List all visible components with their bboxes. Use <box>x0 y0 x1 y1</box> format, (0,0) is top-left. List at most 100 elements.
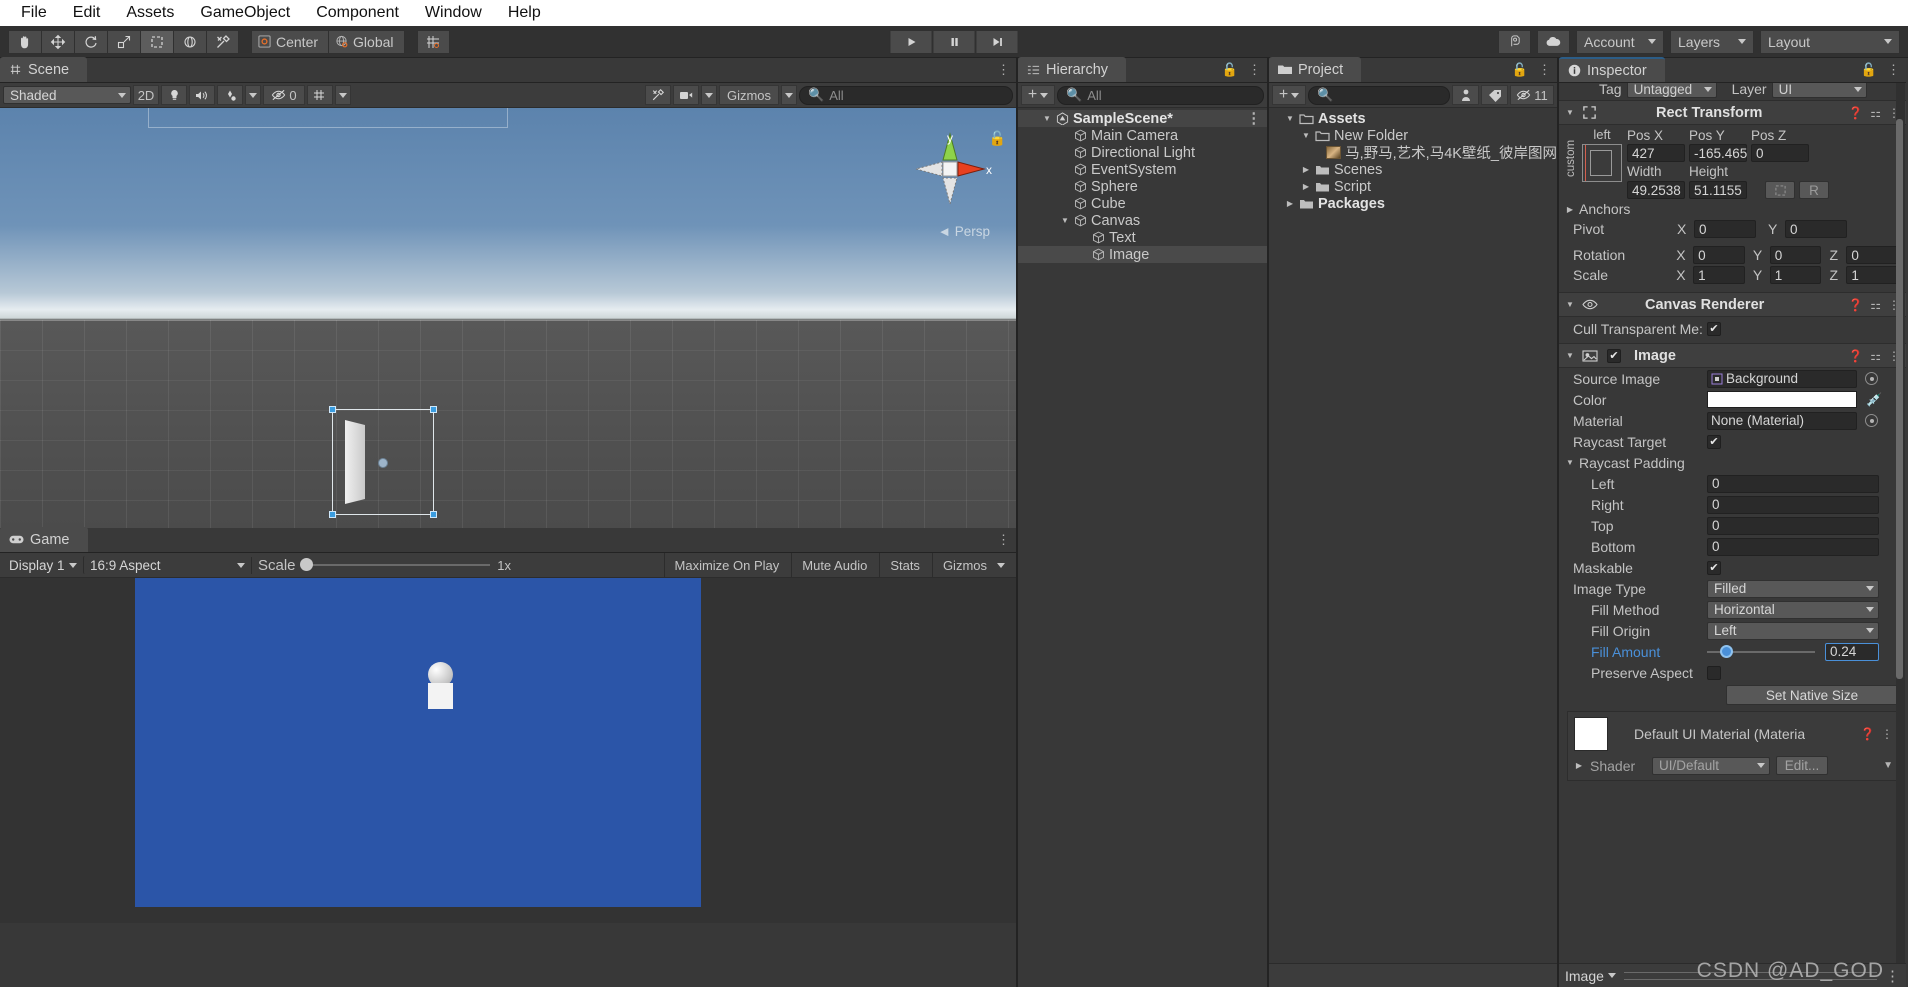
project-item-packages[interactable]: ▶ Packages <box>1269 195 1557 212</box>
scene-audio-toggle[interactable] <box>189 85 215 105</box>
shading-mode-dropdown[interactable]: Shaded <box>3 86 131 104</box>
cloud-icon[interactable] <box>1537 29 1570 54</box>
layout-dropdown[interactable]: Layout <box>1760 29 1900 54</box>
component-help-icon[interactable]: ❓ <box>1848 349 1863 363</box>
fill-amount-slider-knob[interactable] <box>1720 644 1733 658</box>
canvas-renderer-header[interactable]: ▼ Canvas Renderer ❓ ⚏ ⋮ <box>1559 292 1906 317</box>
layers-dropdown[interactable]: Layers <box>1670 29 1754 54</box>
grid-snap-icon[interactable] <box>416 29 450 54</box>
hierarchy-search-input[interactable]: 🔍 All <box>1057 85 1264 105</box>
hierarchy-item-main-camera[interactable]: Main Camera <box>1018 127 1267 144</box>
project-filter-type-icon[interactable] <box>1452 85 1479 105</box>
project-hidden-toggle[interactable]: 11 <box>1510 85 1554 105</box>
game-gizmos-dropdown[interactable] <box>995 553 1013 578</box>
chevron-down-icon[interactable]: ▼ <box>1060 216 1070 225</box>
component-help-icon[interactable]: ❓ <box>1848 298 1863 312</box>
scene-fx-toggle[interactable] <box>217 85 243 105</box>
tab-project[interactable]: Project <box>1269 57 1362 82</box>
posz-field[interactable]: 0 <box>1751 144 1809 162</box>
material-field[interactable]: None (Material) <box>1707 411 1857 430</box>
scene-orientation-gizmo[interactable]: y x <box>906 126 994 212</box>
scene-projection-label[interactable]: ◄ Persp <box>938 224 990 239</box>
chevron-right-icon[interactable]: ▶ <box>1301 165 1311 174</box>
collab-icon[interactable] <box>1498 29 1531 54</box>
panel-menu-icon[interactable]: ⋮ <box>1885 967 1900 985</box>
fill-method-dropdown[interactable]: Horizontal <box>1707 600 1879 619</box>
tag-dropdown[interactable]: Untagged <box>1626 83 1717 98</box>
hierarchy-item-canvas[interactable]: ▼ Canvas <box>1018 212 1267 229</box>
raw-edit-mode-button[interactable]: R <box>1799 181 1829 199</box>
preserve-aspect-checkbox[interactable] <box>1707 665 1721 680</box>
scale-y-field[interactable]: 1 <box>1769 266 1822 284</box>
menu-item-edit[interactable]: Edit <box>60 2 114 24</box>
chevron-right-icon[interactable]: ▶ <box>1301 182 1311 191</box>
hierarchy-create-button[interactable]: + <box>1021 85 1055 105</box>
inspector-footer-dropdown[interactable]: Image <box>1565 968 1616 984</box>
game-viewport[interactable] <box>0 578 1016 923</box>
color-swatch[interactable] <box>1707 391 1857 408</box>
source-image-field[interactable]: Background <box>1707 369 1857 388</box>
project-filter-label-icon[interactable] <box>1481 85 1508 105</box>
project-item--4k-[interactable]: 马,野马,艺术,马4K壁纸_彼岸图网 <box>1269 144 1557 162</box>
account-dropdown[interactable]: Account <box>1576 29 1664 54</box>
aspect-dropdown[interactable]: 16:9 Aspect <box>83 556 249 574</box>
scene-lock-icon[interactable]: 🔓 <box>989 130 1006 147</box>
pivot-mode-button[interactable]: Center <box>251 29 329 54</box>
height-field[interactable]: 51.1155 <box>1689 181 1747 199</box>
layer-dropdown[interactable]: UI <box>1771 83 1867 98</box>
scene-camera-dropdown[interactable] <box>701 85 717 105</box>
display-dropdown[interactable]: Display 1 <box>3 556 81 574</box>
transform-tool-icon[interactable] <box>173 29 206 54</box>
scene-lighting-toggle[interactable] <box>161 85 187 105</box>
fill-amount-field[interactable]: 0.24 <box>1825 642 1879 661</box>
source-image-picker-icon[interactable] <box>1865 372 1878 385</box>
chevron-down-icon[interactable]: ▼ <box>1301 131 1311 140</box>
rect-tool-icon[interactable] <box>140 29 173 54</box>
fill-amount-slider[interactable] <box>1707 644 1815 658</box>
rot-z-field[interactable]: 0 <box>1846 246 1899 264</box>
inspector-scrollbar-track[interactable] <box>1896 83 1905 963</box>
game-gizmos-button[interactable]: Gizmos <box>931 552 993 578</box>
hierarchy-tree[interactable]: ▼ SampleScene* ⋮ Main Camera Directional Lig… <box>1018 108 1267 987</box>
tab-inspector[interactable]: Inspector <box>1559 57 1665 82</box>
panel-menu-icon[interactable]: ⋮ <box>1538 62 1551 78</box>
rect-transform-header[interactable]: ▼ Rect Transform ❓ ⚏ ⋮ <box>1559 100 1906 125</box>
hierarchy-item-directional-light[interactable]: Directional Light <box>1018 144 1267 161</box>
component-menu-icon[interactable]: ⋮ <box>1881 727 1893 741</box>
scene-handle-bl[interactable] <box>329 511 336 518</box>
scene-context-menu-icon[interactable]: ⋮ <box>1247 111 1268 127</box>
raycast-padding-top-field[interactable]: 0 <box>1707 516 1879 535</box>
scene-gizmos-dropdown[interactable] <box>781 85 797 105</box>
chevron-down-icon[interactable]: ▼ <box>1565 108 1575 117</box>
hierarchy-item-eventsystem[interactable]: EventSystem <box>1018 161 1267 178</box>
toggle-2d-button[interactable]: 2D <box>133 85 159 105</box>
game-scale-slider[interactable]: Scale 1x <box>251 556 511 574</box>
raycast-padding-bottom-field[interactable]: 0 <box>1707 537 1879 556</box>
lock-icon[interactable]: 🔓 <box>1861 62 1877 78</box>
chevron-right-icon[interactable]: ▶ <box>1574 761 1584 770</box>
material-preview-header[interactable]: Default UI Material (Materia ❓ ⋮ <box>1568 712 1899 756</box>
material-picker-icon[interactable] <box>1865 414 1878 427</box>
menu-item-component[interactable]: Component <box>303 2 412 24</box>
scene-grid-dropdown[interactable] <box>335 85 351 105</box>
scene-fx-dropdown[interactable] <box>245 85 261 105</box>
lock-icon[interactable]: 🔓 <box>1222 62 1238 78</box>
menu-item-file[interactable]: File <box>8 2 60 24</box>
rotate-tool-icon[interactable] <box>74 29 107 54</box>
play-button[interactable] <box>889 29 933 54</box>
lock-icon[interactable]: 🔓 <box>1512 62 1528 78</box>
raycast-target-checkbox[interactable]: ✔ <box>1707 434 1721 449</box>
set-native-size-button[interactable]: Set Native Size <box>1726 685 1898 705</box>
pivot-x-field[interactable]: 0 <box>1694 220 1756 238</box>
stats-button[interactable]: Stats <box>879 552 930 578</box>
project-create-button[interactable]: + <box>1272 85 1306 105</box>
step-button[interactable] <box>975 29 1019 54</box>
scene-search-input[interactable]: 🔍 All <box>799 85 1013 105</box>
anchors-foldout[interactable]: ▶ Anchors <box>1559 199 1906 219</box>
project-search-input[interactable]: 🔍 <box>1308 85 1450 105</box>
posx-field[interactable]: 427 <box>1627 144 1685 162</box>
raycast-padding-left-field[interactable]: 0 <box>1707 474 1879 493</box>
project-item-assets[interactable]: ▼ Assets <box>1269 110 1557 127</box>
mute-audio-button[interactable]: Mute Audio <box>791 552 877 578</box>
hierarchy-scene-row[interactable]: ▼ SampleScene* ⋮ <box>1018 110 1267 127</box>
